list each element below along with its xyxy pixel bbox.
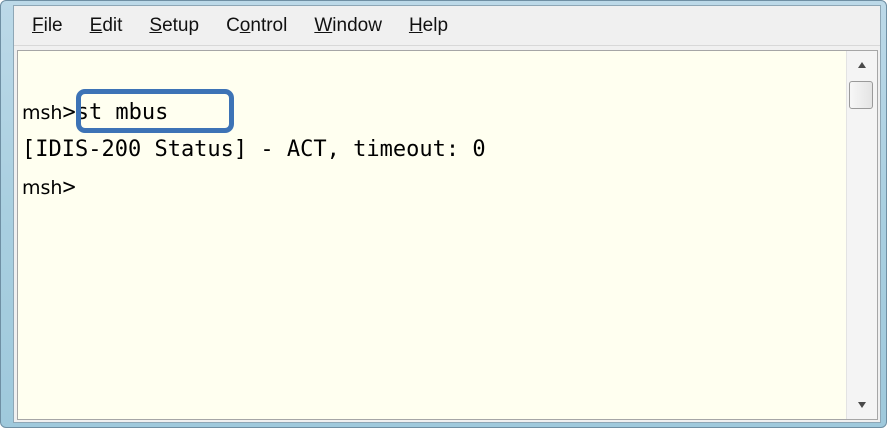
command-text: >st mbus [62, 100, 169, 125]
terminal-window-frame: File Edit Setup Control Window Help msh>… [0, 0, 887, 428]
menu-control-prefix: C [226, 14, 240, 36]
menu-help[interactable]: Help [409, 15, 448, 37]
console-output-area[interactable]: msh>st mbus [IDIS-200 Status] - ACT, tim… [17, 50, 878, 420]
menu-help-mnemonic: H [408, 14, 423, 36]
vertical-scrollbar[interactable] [846, 51, 877, 419]
menu-edit-mnemonic: E [89, 14, 103, 36]
menu-setup-mnemonic: S [149, 14, 163, 36]
menu-bar: File Edit Setup Control Window Help [14, 6, 880, 46]
menu-control[interactable]: Control [226, 15, 287, 37]
status-output-text: [IDIS-200 Status] - ACT, timeout: 0 [22, 137, 486, 162]
menu-window-mnemonic: W [314, 14, 333, 36]
terminal-window: File Edit Setup Control Window Help msh>… [13, 5, 881, 423]
prompt-cursor-text: > [62, 175, 76, 200]
menu-help-label: elp [422, 14, 449, 36]
menu-setup-label: etup [162, 14, 200, 36]
menu-edit[interactable]: Edit [90, 15, 123, 37]
menu-control-label: ntrol [250, 14, 288, 36]
menu-file-mnemonic: F [32, 14, 44, 36]
menu-window[interactable]: Window [314, 15, 382, 37]
console-line-status: [IDIS-200 Status] - ACT, timeout: 0 [22, 137, 486, 163]
shell-prompt: msh [22, 177, 63, 199]
menu-file-label: ile [43, 14, 63, 36]
console-line-prompt: msh> [22, 175, 76, 201]
triangle-up-icon[interactable] [847, 53, 877, 77]
menu-setup[interactable]: Setup [149, 15, 199, 37]
menu-edit-label: dit [102, 14, 123, 36]
console-line-command: msh>st mbus [22, 100, 168, 126]
shell-prompt: msh [22, 102, 63, 124]
console-text[interactable]: msh>st mbus [IDIS-200 Status] - ACT, tim… [18, 51, 846, 419]
scrollbar-thumb[interactable] [849, 81, 873, 109]
triangle-down-icon[interactable] [847, 393, 877, 417]
menu-control-mnemonic: o [239, 14, 251, 36]
menu-window-label: indow [332, 14, 382, 36]
menu-file[interactable]: File [32, 15, 63, 37]
